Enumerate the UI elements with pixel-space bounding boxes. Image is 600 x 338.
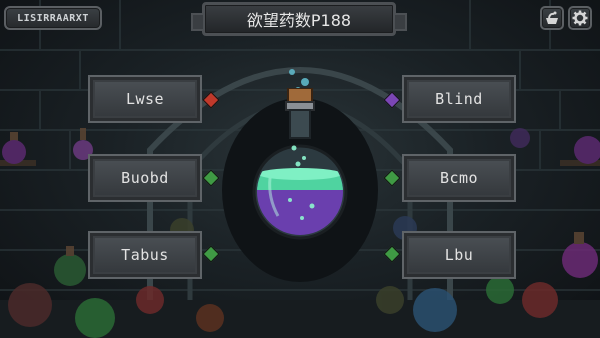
- shop-button[interactable]: [540, 6, 564, 30]
- game-scene: LISIRRAARXT 欲望药数P188 Lwse Buobd Tabus Bl…: [0, 0, 600, 338]
- game-title-banner: 欲望药数P188: [191, 2, 407, 36]
- option-button-left-bot[interactable]: Tabus: [90, 233, 200, 277]
- potion-flask-image: [252, 88, 348, 240]
- option-button-right-top[interactable]: Blind: [404, 77, 514, 121]
- option-button-left-mid[interactable]: Buobd: [90, 156, 200, 200]
- gear-icon: [572, 10, 588, 26]
- option-button-right-bot[interactable]: Lbu: [404, 233, 514, 277]
- player-name-badge[interactable]: LISIRRAARXT: [4, 6, 102, 30]
- settings-button[interactable]: [568, 6, 592, 30]
- option-button-right-mid[interactable]: Bcmo: [404, 156, 514, 200]
- option-button-left-top[interactable]: Lwse: [90, 77, 200, 121]
- potion-shop-icon: [546, 11, 558, 24]
